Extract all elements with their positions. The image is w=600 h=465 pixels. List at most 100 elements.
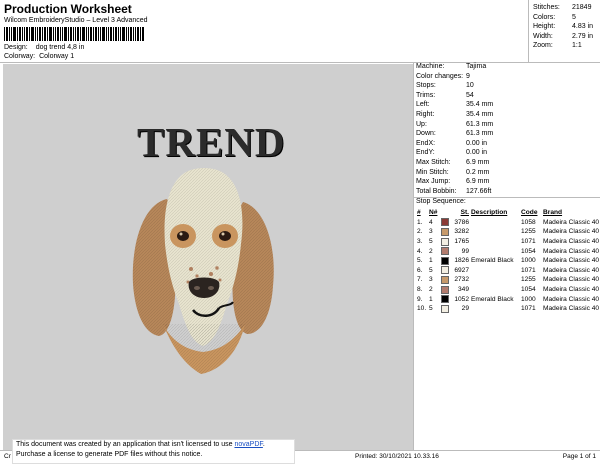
thread-description: Emerald Black xyxy=(471,257,514,265)
license-notice: This document was created by an applicat… xyxy=(12,439,295,464)
color-swatch-cell xyxy=(440,246,450,256)
stop-number: 8. xyxy=(417,286,423,294)
color-swatch-cell xyxy=(440,256,450,266)
software-name: Wilcom EmbroideryStudio – Level 3 Advanc… xyxy=(4,17,148,24)
stitch-count: 29 xyxy=(461,305,469,313)
needle-number: 4 xyxy=(429,218,433,226)
stat-row: Stitches: 21849 xyxy=(533,4,592,11)
design-stats: Stitches: 21849 Colors: 5 Height: 4.83 in W… xyxy=(533,3,593,51)
needle-number: 1 xyxy=(429,295,433,303)
color-swatch xyxy=(441,266,449,275)
needle-number: 5 xyxy=(429,238,433,246)
thread-code: 1054 xyxy=(521,286,536,294)
header-divider xyxy=(528,0,529,62)
color-swatch xyxy=(441,275,449,284)
thread-code: 1058 xyxy=(521,218,536,226)
color-swatch xyxy=(441,218,449,227)
machine-row: Min Stitch: 0.2 mm xyxy=(416,168,490,176)
thread-code: 1054 xyxy=(521,247,536,255)
needle-number: 2 xyxy=(429,247,433,255)
stop-number: 2. xyxy=(417,228,423,236)
thread-description xyxy=(470,285,520,295)
color-swatch xyxy=(441,285,449,294)
thread-brand: Madeira Classic 40 xyxy=(543,238,600,246)
thread-brand: Madeira Classic 40 xyxy=(543,218,600,226)
machine-row: Down: 61.3 mm xyxy=(416,130,494,138)
table-row: 9. 1 1052 Emerald Black 1000 Madeira Classic … xyxy=(416,294,600,304)
thread-description xyxy=(470,237,520,247)
machine-row: Machine: Tajima xyxy=(416,63,487,70)
needle-number: 5 xyxy=(429,266,433,274)
machine-info-panel: Machine: Tajima Color changes: 9 Stops: 10 … xyxy=(413,63,600,450)
machine-row: Total Bobbin: 127.66ft xyxy=(416,187,492,195)
stop-number: 1. xyxy=(417,218,423,226)
color-swatch-cell xyxy=(440,237,450,247)
color-swatch xyxy=(441,304,449,313)
color-swatch xyxy=(441,256,449,265)
stitch-count: 99 xyxy=(461,247,469,255)
thread-brand: Madeira Classic 40 xyxy=(543,257,600,265)
machine-row: Up: 61.3 mm xyxy=(416,120,494,128)
stitch-count: 1826 xyxy=(454,257,469,265)
stop-number: 9. xyxy=(417,295,423,303)
thread-brand: Madeira Classic 40 xyxy=(543,295,600,303)
stitch-count: 2732 xyxy=(454,276,469,284)
stitch-count: 349 xyxy=(457,286,469,294)
table-row: 7. 3 2732 1255 Madeira Classic 40 xyxy=(416,275,600,285)
stitch-count: 6927 xyxy=(454,266,469,274)
machine-row: Right: 35.4 mm xyxy=(416,111,494,118)
thread-description xyxy=(470,227,520,237)
table-row: 4. 2 99 1054 Madeira Classic 40 xyxy=(416,246,600,256)
table-row: 10. 5 29 1071 Madeira Classic 40 xyxy=(416,304,600,314)
color-swatch-cell xyxy=(440,294,450,304)
color-swatch xyxy=(441,237,449,246)
thread-code: 1255 xyxy=(521,228,536,236)
design-value: dog trend 4,8 in xyxy=(35,44,85,51)
page-number: Page 1 of 1 xyxy=(562,453,596,460)
machine-row: Trims: 54 xyxy=(416,91,474,99)
color-swatch-cell xyxy=(440,285,450,295)
stat-row: Colors: 5 xyxy=(533,13,576,21)
color-swatch xyxy=(441,247,449,256)
design-preview: TREND xyxy=(3,64,413,450)
stat-row: Height: 4.83 in xyxy=(533,23,594,31)
novapdf-link[interactable]: novaPDF xyxy=(234,441,262,448)
design-label: Design: xyxy=(4,44,28,51)
footer-left-text: Cr xyxy=(4,453,11,460)
stitch-count: 3282 xyxy=(454,228,469,236)
table-row: 1. 4 3786 1058 Madeira Classic 40 xyxy=(416,218,600,228)
machine-row: EndY: 0.00 in xyxy=(416,149,488,157)
thread-code: 1071 xyxy=(521,305,536,313)
page-title: Production Worksheet xyxy=(4,2,132,16)
table-row: 2. 3 3282 1255 Madeira Classic 40 xyxy=(416,227,600,237)
needle-number: 3 xyxy=(429,276,433,284)
thread-code: 1000 xyxy=(521,295,536,303)
stitch-count: 1052 xyxy=(454,295,469,303)
needle-number: 1 xyxy=(429,257,433,265)
stop-sequence-table: # N# St. Description Code Brand 1. 4 3786 1… xyxy=(416,208,600,314)
thread-description: Emerald Black xyxy=(471,295,514,303)
thread-description xyxy=(470,304,520,314)
needle-number: 5 xyxy=(429,305,433,313)
machine-row: Stops: 10 xyxy=(416,82,474,90)
thread-brand: Madeira Classic 40 xyxy=(543,247,600,255)
barcode xyxy=(4,27,144,41)
color-swatch xyxy=(441,295,449,304)
stat-row: Width: 2.79 in xyxy=(533,32,594,40)
needle-number: 2 xyxy=(429,286,433,294)
stop-number: 7. xyxy=(417,276,423,284)
thread-description xyxy=(470,275,520,285)
dog-embroidery-image xyxy=(132,168,274,374)
machine-row: Left: 35.4 mm xyxy=(416,101,494,109)
thread-brand: Madeira Classic 40 xyxy=(543,276,600,284)
stop-number: 3. xyxy=(417,238,423,246)
thread-code: 1071 xyxy=(521,238,536,246)
table-row: 3. 5 1765 1071 Madeira Classic 40 xyxy=(416,237,600,247)
notice-line-2: Purchase a license to generate PDF files… xyxy=(16,451,203,458)
stat-row: Zoom: 1:1 xyxy=(533,42,582,50)
machine-row: Max Stitch: 6.9 mm xyxy=(416,159,490,166)
color-swatch-cell xyxy=(440,275,450,285)
design-row: Design: dog trend 4,8 in xyxy=(4,44,84,51)
stop-sequence-title: Stop Sequence: xyxy=(416,198,466,205)
thread-description xyxy=(470,246,520,256)
